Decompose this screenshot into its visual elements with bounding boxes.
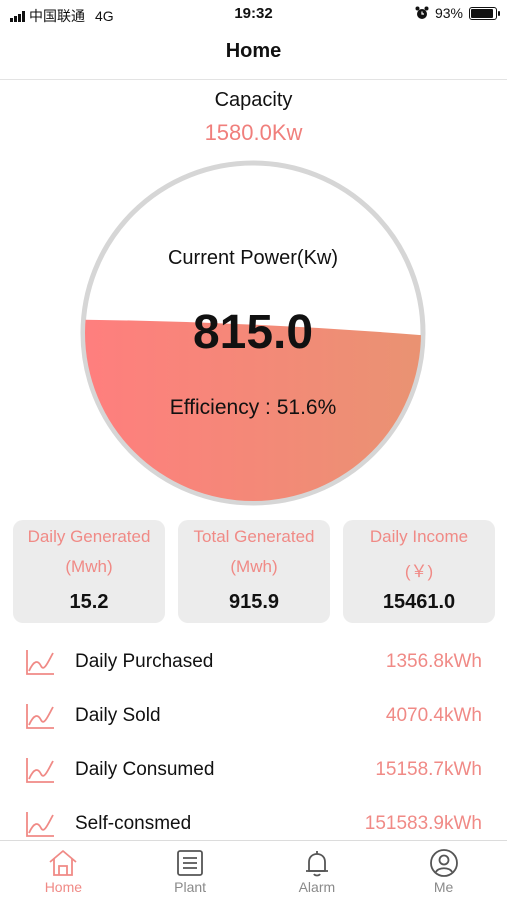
line-chart-icon: [26, 758, 54, 783]
line-chart-icon: [26, 812, 54, 837]
card-unit: (Mwh): [65, 557, 113, 576]
tab-label: Home: [44, 879, 83, 895]
tab-label: Me: [433, 879, 454, 895]
battery-icon: [469, 6, 500, 20]
list-icon: [177, 850, 204, 876]
capacity-label: Capacity: [214, 89, 293, 111]
alarm-clock-icon: [415, 6, 429, 19]
card-title: Daily Income: [369, 527, 469, 546]
list-item-value: 151583.9kWh: [364, 813, 482, 834]
card-value: 15.2: [69, 591, 109, 613]
tab-bar: Home Plant Alarm Me: [0, 840, 507, 900]
battery-level: [471, 8, 494, 18]
nav-bar: Home: [0, 28, 507, 80]
status-right: 93%: [415, 5, 500, 21]
list-item-label: Daily Purchased: [75, 651, 214, 672]
card-title: Daily Generated: [27, 527, 151, 546]
list-item-daily-sold[interactable]: Daily Sold 4070.4kWh: [0, 690, 507, 744]
list-item-daily-consumed[interactable]: Daily Consumed 15158.7kWh: [0, 744, 507, 798]
card-unit: (Mwh): [230, 557, 278, 576]
tab-home[interactable]: Home: [0, 841, 127, 900]
card-value: 915.9: [228, 591, 280, 613]
list-item-daily-purchased[interactable]: Daily Purchased 1356.8kWh: [0, 636, 507, 690]
current-power-label: Current Power(Kw): [167, 247, 339, 269]
capacity-value: 1580.0Kw: [204, 120, 303, 145]
current-power-value: 815.0: [192, 306, 314, 359]
user-icon: [429, 849, 458, 877]
list-item-value: 15158.7kWh: [375, 759, 482, 780]
daily-income-card[interactable]: Daily Income (￥) 15461.0: [343, 520, 495, 623]
tab-label: Alarm: [298, 879, 336, 895]
tab-plant[interactable]: Plant: [127, 841, 254, 900]
total-generated-card[interactable]: Total Generated (Mwh) 915.9: [178, 520, 330, 623]
card-unit: (￥): [404, 562, 434, 581]
list-item-label: Self-consmed: [75, 813, 192, 834]
stat-cards: Daily Generated (Mwh) 15.2 Total Generat…: [13, 520, 495, 623]
line-chart-icon: [26, 704, 54, 729]
energy-list: Daily Purchased 1356.8kWh Daily Sold 407…: [0, 636, 507, 840]
status-bar: 中国联通 4G 19:32 93%: [0, 0, 507, 28]
card-value: 15461.0: [382, 591, 456, 613]
home-icon: [49, 850, 77, 876]
tab-label: Plant: [174, 879, 207, 895]
bell-icon: [305, 851, 328, 877]
page-title: Home: [225, 40, 282, 62]
list-item-value: 4070.4kWh: [385, 705, 482, 726]
card-title: Total Generated: [193, 527, 315, 546]
list-item-label: Daily Consumed: [75, 759, 215, 780]
battery-percent: 93%: [434, 5, 463, 21]
tab-alarm[interactable]: Alarm: [254, 841, 381, 900]
daily-generated-card[interactable]: Daily Generated (Mwh) 15.2: [13, 520, 165, 623]
efficiency-label: Efficiency : 51.6%: [169, 396, 337, 419]
list-item-self-consumed[interactable]: Self-consmed 151583.9kWh: [0, 798, 507, 840]
tab-me[interactable]: Me: [380, 841, 507, 900]
list-item-value: 1356.8kWh: [385, 651, 482, 672]
line-chart-icon: [26, 650, 54, 675]
list-item-label: Daily Sold: [75, 705, 161, 726]
